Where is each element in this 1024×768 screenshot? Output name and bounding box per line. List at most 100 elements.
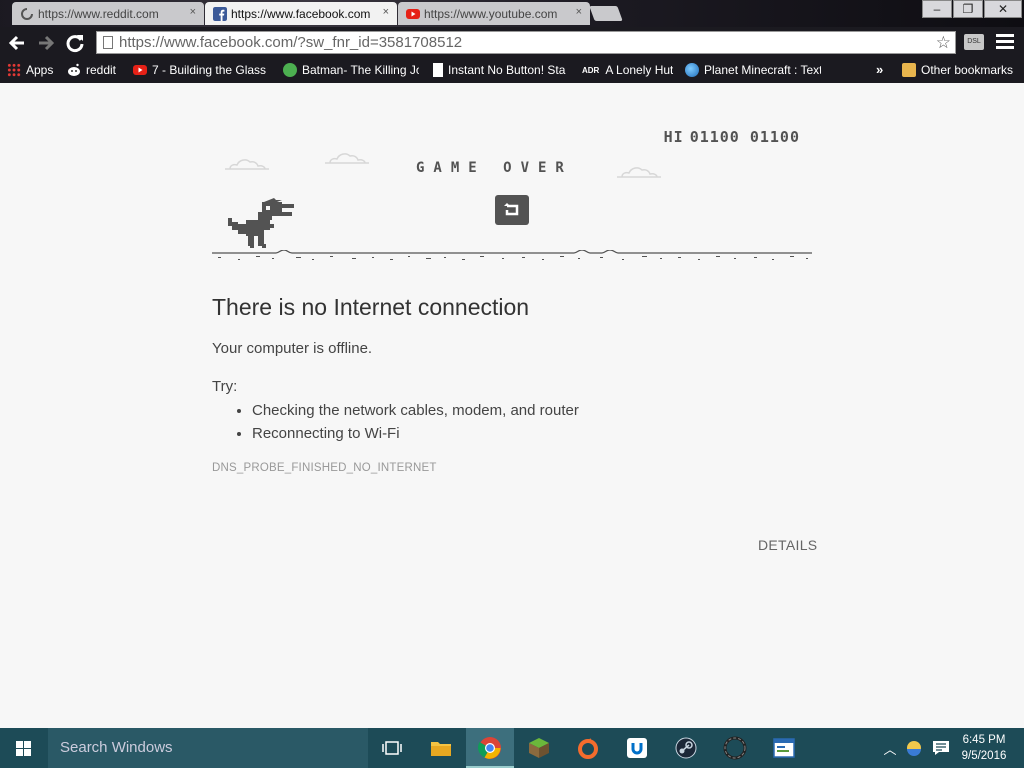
action-center-icon[interactable] [932, 740, 950, 756]
back-button[interactable] [6, 32, 28, 54]
green-circle-icon [283, 63, 297, 77]
bookmarks-overflow-button[interactable]: » [876, 62, 883, 77]
windows-logo-icon [16, 741, 32, 756]
task-view-button[interactable] [368, 728, 416, 768]
dino-game[interactable]: HI 01100 01100 GAME OVER [212, 118, 812, 268]
new-tab-button[interactable] [589, 6, 623, 21]
restart-button[interactable] [495, 195, 529, 225]
forward-button[interactable] [35, 32, 57, 54]
url-text: https://www.facebook.com/?sw_fnr_id=3581… [119, 34, 463, 51]
bookmark-planet-minecraft[interactable]: Planet Minecraft : Text [685, 63, 821, 77]
chrome-taskbar-button[interactable] [466, 728, 514, 768]
bookmark-building-the-glass[interactable]: 7 - Building the Glass [133, 63, 269, 77]
folder-icon [902, 63, 916, 77]
window-controls: – ❐ ✕ [921, 0, 1022, 18]
try-label: Try: [212, 378, 238, 395]
extension-label: DSL [967, 38, 981, 45]
bookmark-label: Apps [26, 63, 54, 77]
origin-button[interactable] [564, 728, 612, 768]
chrome-menu-button[interactable] [996, 34, 1014, 50]
uplay-button[interactable] [613, 728, 661, 768]
restore-button[interactable]: ❐ [953, 0, 983, 18]
search-placeholder: Search Windows [60, 739, 173, 756]
tab-close-button[interactable]: × [190, 6, 196, 18]
bookmark-label: Instant No Button! Sta [448, 63, 566, 77]
cloud-icon [325, 153, 369, 164]
file-explorer-icon [431, 742, 451, 756]
tab-youtube[interactable]: https://www.youtube.com × [398, 2, 590, 25]
details-button[interactable]: DETAILS [758, 537, 817, 553]
close-window-button[interactable]: ✕ [984, 0, 1022, 18]
browser-toolbar: https://www.facebook.com/?sw_fnr_id=3581… [0, 27, 1024, 59]
page-icon [433, 63, 443, 77]
weather-icon[interactable] [904, 738, 924, 758]
bookmark-label: 7 - Building the Glass [152, 63, 267, 77]
cloud-icon [225, 159, 269, 170]
bookmark-label: A Lonely Hut [605, 63, 674, 77]
clock-date: 9/5/2016 [961, 750, 1007, 762]
clock-time: 6:45 PM [962, 734, 1006, 746]
circle-app-button[interactable] [711, 728, 759, 768]
tab-close-button[interactable]: × [576, 6, 582, 18]
reload-button[interactable] [64, 32, 86, 54]
adr-icon: ADR [582, 65, 600, 75]
steam-button[interactable] [662, 728, 710, 768]
suggestion-item: Reconnecting to Wi-Fi [252, 422, 579, 445]
hi-score-value: 01100 [689, 128, 740, 146]
forward-arrow-icon [39, 35, 55, 51]
file-explorer-button[interactable] [417, 728, 465, 768]
score-display: HI 01100 01100 [664, 128, 800, 146]
bookmark-label: reddit [86, 63, 117, 77]
bookmarks-bar: Apps reddit 7 - Building the Glass Batma… [0, 59, 1024, 83]
origin-icon [578, 738, 598, 759]
page-content: HI 01100 01100 GAME OVER There is no Int… [0, 83, 1024, 728]
tab-reddit[interactable]: https://www.reddit.com × [12, 2, 204, 25]
bookmark-instant-no-button[interactable]: Instant No Button! Sta [433, 63, 569, 77]
game-over-text: GAME OVER [416, 160, 573, 176]
chrome-icon [478, 737, 501, 759]
error-title: There is no Internet connection [212, 294, 530, 320]
minimize-button[interactable]: – [922, 0, 952, 18]
bookmark-label: Planet Minecraft : Text [704, 63, 821, 77]
reddit-icon [68, 63, 80, 76]
other-bookmarks-folder[interactable]: Other bookmarks [902, 63, 1013, 77]
loading-spinner-icon [21, 8, 33, 20]
start-button[interactable] [0, 728, 48, 768]
youtube-icon [133, 65, 147, 75]
restart-icon [504, 203, 519, 216]
taskbar-search-box[interactable]: Search Windows [48, 728, 368, 768]
tab-facebook[interactable]: https://www.facebook.com × [205, 2, 397, 25]
bookmark-a-lonely-hut[interactable]: ADR A Lonely Hut [582, 63, 673, 77]
globe-icon [685, 63, 699, 77]
tab-close-button[interactable]: × [383, 6, 389, 18]
bookmark-star-icon[interactable]: ☆ [936, 32, 951, 53]
facebook-icon [213, 7, 227, 21]
bookmark-label: Batman- The Killing Jo [302, 63, 419, 77]
ground-line [212, 250, 812, 260]
page-icon [103, 36, 113, 49]
chevron-up-icon[interactable]: ︿ [880, 739, 900, 758]
current-score-value: 01100 [749, 128, 800, 146]
address-bar[interactable]: https://www.facebook.com/?sw_fnr_id=3581… [96, 31, 956, 54]
uplay-icon [627, 738, 647, 758]
apps-grid-icon [7, 63, 21, 77]
bookmark-label: Other bookmarks [921, 63, 1014, 77]
tab-title: https://www.facebook.com [231, 6, 371, 21]
suggestion-item: Checking the network cables, modem, and … [252, 399, 579, 422]
minecraft-button[interactable] [515, 728, 563, 768]
extension-button[interactable]: DSL [964, 34, 984, 50]
task-view-icon [382, 741, 402, 755]
bookmark-reddit[interactable]: reddit [67, 63, 116, 77]
minecraft-icon [529, 738, 549, 758]
circle-app-icon [723, 736, 747, 760]
error-code: DNS_PROBE_FINISHED_NO_INTERNET [212, 462, 437, 474]
steam-icon [675, 737, 697, 759]
app-window-icon [773, 738, 795, 758]
bookmark-apps[interactable]: Apps [7, 63, 53, 77]
system-tray: ︿ [880, 728, 950, 768]
app-window-button[interactable] [760, 728, 808, 768]
tab-title: https://www.reddit.com [38, 6, 159, 21]
taskbar-clock[interactable]: 6:45 PM 9/5/2016 [958, 732, 1010, 764]
bookmark-batman[interactable]: Batman- The Killing Jo [283, 63, 419, 77]
tab-title: https://www.youtube.com [424, 6, 558, 21]
